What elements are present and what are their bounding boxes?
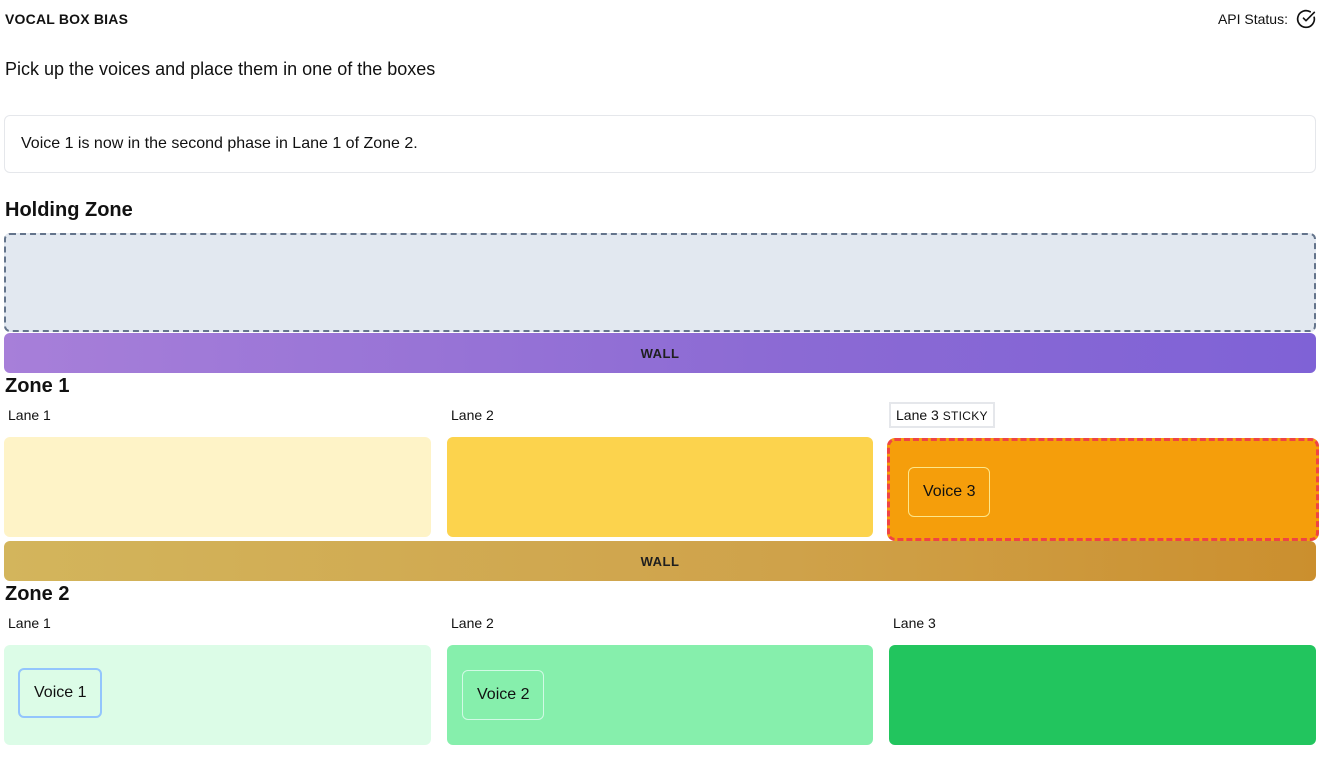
zone-1-lane-3-dropzone[interactable]: Voice 3 — [887, 438, 1319, 541]
zone-1-lane-1-dropzone[interactable] — [4, 437, 431, 537]
holding-zone-title: Holding Zone — [5, 199, 133, 221]
zone-1-lane-3-label: Lane 3 STICKY — [889, 402, 995, 428]
instructions-text: Pick up the voices and place them in one… — [5, 59, 436, 79]
api-status: API Status: — [1218, 9, 1316, 29]
zone-2-lane-3-label: Lane 3 — [893, 615, 936, 631]
wall-1: WALL — [4, 333, 1316, 373]
sticky-badge: STICKY — [942, 409, 988, 423]
zone-2-lane-1-dropzone[interactable]: Voice 1 — [4, 645, 431, 745]
zone-1-lane-2-dropzone[interactable] — [447, 437, 873, 537]
voice-1-chip[interactable]: Voice 1 — [18, 668, 103, 718]
holding-zone-dropzone[interactable] — [4, 233, 1316, 332]
voice-label: Voice 3 — [923, 483, 976, 500]
wall-2: WALL — [4, 541, 1316, 581]
wall-label: WALL — [640, 553, 680, 569]
api-status-label: API Status: — [1217, 11, 1288, 27]
status-message-text: Voice 1 is now in the second phase in La… — [21, 135, 418, 152]
check-circle-icon — [1296, 9, 1316, 29]
voice-label: Voice 2 — [477, 686, 530, 703]
wall-label: WALL — [640, 345, 680, 361]
voice-label: Voice 1 — [34, 684, 87, 701]
zone-2-lane-1-label: Lane 1 — [8, 615, 51, 631]
zone-1-lane-2-label: Lane 2 — [451, 407, 494, 423]
voice-3-chip[interactable]: Voice 3 — [908, 467, 991, 517]
voice-2-chip[interactable]: Voice 2 — [462, 670, 545, 720]
lane-label-text: Lane 3 — [896, 407, 939, 423]
zone-2-lane-2-label: Lane 2 — [451, 615, 494, 631]
zone-2-lane-2-dropzone[interactable]: Voice 2 — [447, 645, 873, 745]
zone-2-title: Zone 2 — [5, 583, 70, 605]
app-title: VOCAL BOX BIAS — [5, 11, 129, 27]
zone-2-lane-3-dropzone[interactable] — [889, 645, 1316, 745]
zone-1-title: Zone 1 — [5, 375, 70, 397]
zone-1-lane-1-label: Lane 1 — [8, 407, 51, 423]
status-message: Voice 1 is now in the second phase in La… — [4, 115, 1316, 173]
